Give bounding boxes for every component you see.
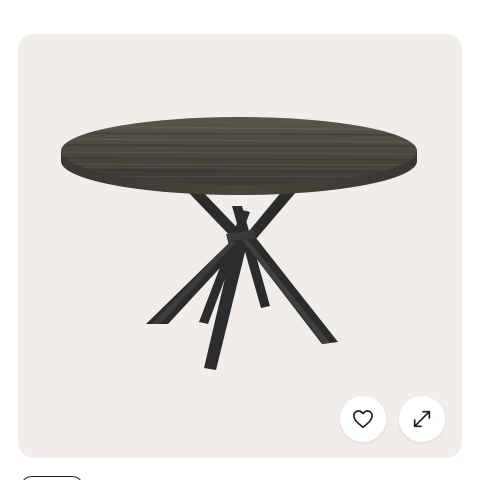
table-legs	[146, 190, 338, 370]
product-image-card[interactable]	[18, 34, 462, 458]
product-gallery-screen	[0, 0, 480, 480]
expand-image-button[interactable]	[399, 396, 445, 442]
partial-badge	[20, 476, 84, 480]
cropped-text-fragment	[58, 0, 108, 5]
heart-icon	[353, 410, 373, 428]
expand-arrows-icon	[413, 410, 431, 428]
product-image-round-table	[61, 117, 417, 370]
favorite-button[interactable]	[340, 396, 386, 442]
